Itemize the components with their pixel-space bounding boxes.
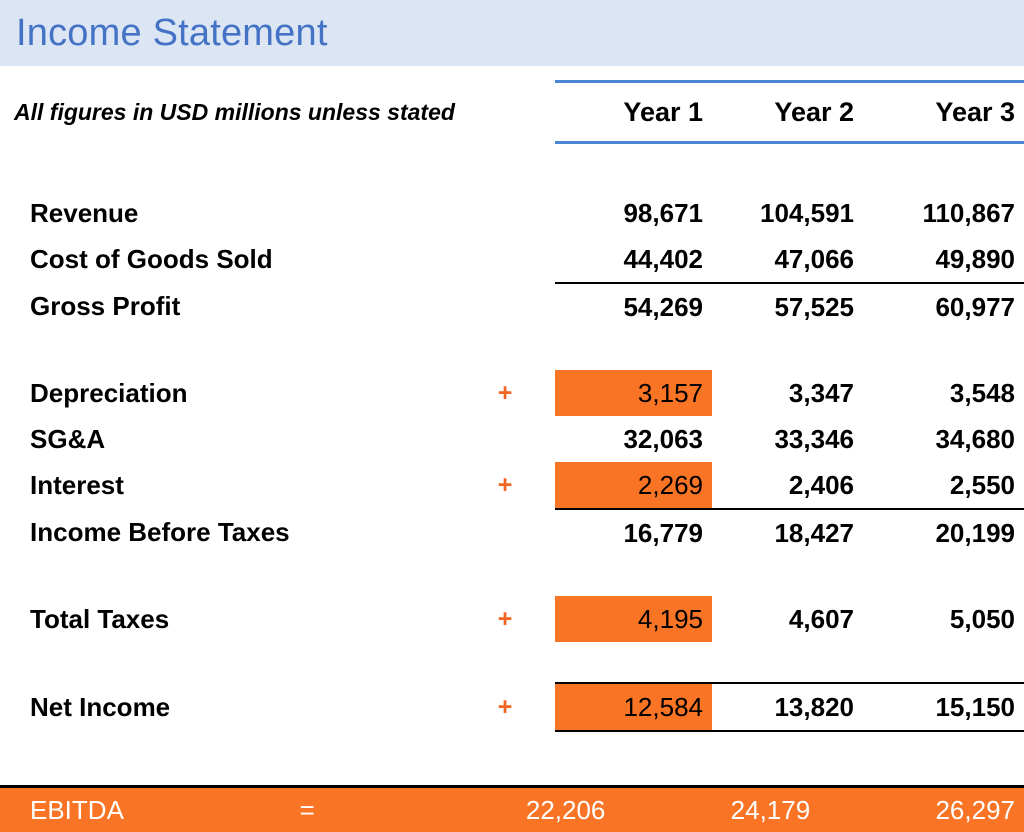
ebitda-cell-year-2: 24,179 <box>730 794 811 825</box>
cell-year-3: 3,548 <box>949 377 1015 408</box>
cell-year-3: 2,550 <box>949 469 1015 500</box>
row-operator <box>455 509 555 556</box>
cell-year-3: 110,867 <box>922 197 1015 228</box>
row-operator <box>455 416 555 462</box>
row-operator <box>455 236 555 283</box>
ebitda-cell-year-3: 26,297 <box>935 794 1015 825</box>
table-header-row: All figures in USD millions unless state… <box>0 80 1024 144</box>
cell-year-1: 54,269 <box>555 282 712 330</box>
cell-year-2: 4,607 <box>788 603 854 634</box>
row-operator <box>455 283 555 330</box>
table-row: Interest + 2,269 2,406 2,550 <box>0 462 1024 509</box>
table-row: Income Before Taxes 16,779 18,427 20,199 <box>0 508 1024 556</box>
table-row: Depreciation + 3,157 3,347 3,548 <box>0 370 1024 416</box>
ebitda-table: EBITDA = 22,206 24,179 26,297 <box>0 788 1024 832</box>
cell-year-2: 33,346 <box>774 423 854 454</box>
row-label: Depreciation <box>30 377 188 408</box>
cell-year-3: 20,199 <box>863 508 1024 556</box>
row-operator: + <box>497 471 513 499</box>
column-header-year-1: Year 1 <box>555 80 712 144</box>
page-title: Income Statement <box>16 12 328 54</box>
ebitda-operator: = <box>299 794 315 825</box>
header-op-cell <box>455 82 555 143</box>
ebitda-summary-bar: EBITDA = 22,206 24,179 26,297 <box>0 785 1024 832</box>
cell-year-3: 60,977 <box>863 282 1024 330</box>
column-header-year-3: Year 3 <box>863 80 1024 144</box>
table-row: Gross Profit 54,269 57,525 60,977 <box>0 282 1024 330</box>
row-operator: + <box>497 604 513 633</box>
row-label: Interest <box>30 470 124 500</box>
spacer-row <box>0 642 1024 683</box>
cell-year-2: 13,820 <box>712 682 863 732</box>
row-operator: + <box>497 378 513 407</box>
row-label: Cost of Goods Sold <box>30 244 273 274</box>
row-label: Gross Profit <box>30 291 181 321</box>
table-row: SG&A 32,063 33,346 34,680 <box>0 416 1024 462</box>
income-statement-table: All figures in USD millions unless state… <box>0 66 1024 732</box>
cell-year-2: 2,406 <box>788 469 854 500</box>
table-row: Net Income + 12,584 13,820 15,150 <box>0 682 1024 732</box>
table-row: Revenue 98,671 104,591 110,867 <box>0 190 1024 236</box>
row-label: Income Before Taxes <box>30 517 290 547</box>
cell-year-1-highlighted[interactable]: 2,269 <box>555 462 712 509</box>
cell-year-1: 98,671 <box>623 197 703 228</box>
title-band: Income Statement <box>0 0 1024 66</box>
row-label: Revenue <box>30 197 139 228</box>
ebitda-label: EBITDA <box>30 794 124 825</box>
cell-year-3: 5,050 <box>949 603 1015 634</box>
table-row: Cost of Goods Sold 44,402 47,066 49,890 <box>0 236 1024 283</box>
cell-year-2: 47,066 <box>774 243 854 274</box>
cell-year-2: 104,591 <box>760 197 854 228</box>
cell-year-1: 16,779 <box>555 508 712 556</box>
spacer-row <box>0 330 1024 370</box>
income-statement-sheet: All figures in USD millions unless state… <box>0 66 1024 832</box>
row-label: Net Income <box>30 691 171 722</box>
cell-year-1-highlighted[interactable]: 12,584 <box>555 682 712 732</box>
cell-year-1-highlighted[interactable]: 4,195 <box>555 596 712 642</box>
row-operator: + <box>497 692 513 721</box>
row-label: SG&A <box>30 423 106 454</box>
cell-year-2: 18,427 <box>712 508 863 556</box>
cell-year-1: 44,402 <box>623 243 703 274</box>
column-header-year-2: Year 2 <box>712 80 863 144</box>
row-label: Total Taxes <box>30 603 170 634</box>
cell-year-2: 57,525 <box>712 282 863 330</box>
ebitda-cell-year-1: 22,206 <box>525 794 606 825</box>
spacer-row <box>0 556 1024 596</box>
row-operator <box>455 190 555 236</box>
units-note: All figures in USD millions unless state… <box>14 98 455 125</box>
cell-year-2: 3,347 <box>788 377 854 408</box>
spacer-row <box>0 66 1024 82</box>
cell-year-1-highlighted[interactable]: 3,157 <box>555 370 712 416</box>
cell-year-3: 15,150 <box>863 682 1024 732</box>
table-row: Total Taxes + 4,195 4,607 5,050 <box>0 596 1024 642</box>
cell-year-3: 34,680 <box>935 423 1015 454</box>
cell-year-3: 49,890 <box>935 243 1015 274</box>
spacer-row <box>0 143 1024 191</box>
cell-year-1: 32,063 <box>623 423 703 454</box>
ebitda-row: EBITDA = 22,206 24,179 26,297 <box>0 788 1024 832</box>
